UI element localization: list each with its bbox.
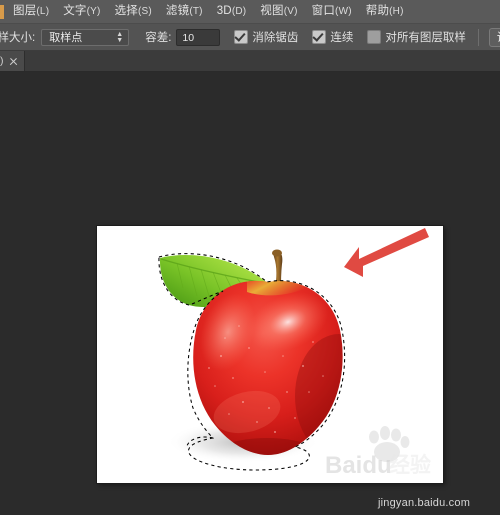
contiguous-checkbox-group[interactable]: 连续	[312, 29, 353, 45]
chevron-updown-icon: ▲ ▼	[116, 30, 124, 44]
menu-view[interactable]: 视图(V)	[253, 0, 304, 24]
menu-help[interactable]: 帮助(H)	[359, 0, 411, 24]
app-logo-icon	[0, 4, 4, 19]
document-tab[interactable]: )	[0, 51, 25, 71]
menu-3d-label: 3D	[216, 5, 232, 17]
tolerance-input[interactable]: 10	[176, 28, 221, 46]
watermark: Baidu 经验	[325, 426, 431, 479]
tool-options-bar: 取样大小: 取样点 ▲▼ 容差: 10 消除锯齿 连续 对所有图层取样 调整边缘	[0, 24, 500, 51]
sample-size-label: 取样大小:	[0, 32, 36, 44]
menu-select[interactable]: 选择(S)	[108, 0, 159, 24]
watermark-brand: Baidu	[325, 452, 392, 479]
menu-type[interactable]: 文字(Y)	[56, 0, 107, 24]
all-layers-checkbox[interactable]	[367, 30, 382, 44]
menu-view-mnemonic: (V)	[283, 6, 298, 17]
watermark-url: jingyan.baidu.com	[378, 497, 471, 509]
menu-help-mnemonic: (H)	[389, 6, 404, 17]
watermark-brand-cn: 经验	[389, 453, 431, 477]
all-layers-checkbox-group[interactable]: 对所有图层取样	[367, 29, 466, 45]
image-canvas[interactable]: Baidu 经验	[97, 226, 443, 483]
menu-window-label: 窗口	[311, 5, 336, 17]
photoshop-window: 图层(L) 文字(Y) 选择(S) 滤镜(T) 3D(D) 视图(V) 窗口(W…	[0, 0, 500, 515]
sample-size-value: 取样点	[49, 31, 83, 44]
menu-filter-label: 滤镜	[165, 5, 190, 17]
menu-type-mnemonic: (Y)	[86, 6, 101, 17]
menu-type-label: 文字	[63, 5, 87, 17]
menu-bar: 图层(L) 文字(Y) 选择(S) 滤镜(T) 3D(D) 视图(V) 窗口(W…	[0, 0, 500, 24]
menu-window[interactable]: 窗口(W)	[305, 0, 359, 24]
menu-layer[interactable]: 图层(L)	[6, 0, 56, 24]
menu-help-label: 帮助	[365, 5, 390, 17]
menu-view-label: 视图	[260, 5, 284, 17]
menu-select-label: 选择	[114, 5, 138, 17]
contiguous-label: 连续	[330, 32, 354, 44]
anti-alias-checkbox[interactable]	[234, 30, 249, 44]
menu-layer-mnemonic: (L)	[36, 6, 50, 17]
menu-window-mnemonic: (W)	[335, 6, 352, 17]
menu-3d[interactable]: 3D(D)	[210, 0, 254, 24]
menu-3d-mnemonic: (D)	[231, 6, 247, 17]
document-tab-label: )	[0, 55, 4, 67]
close-icon[interactable]	[9, 57, 18, 66]
document-tab-bar: )	[0, 51, 500, 72]
contiguous-checkbox[interactable]	[312, 30, 327, 44]
annotation-arrow	[344, 228, 429, 277]
options-divider	[477, 28, 479, 46]
menu-layer-label: 图层	[13, 5, 37, 17]
menu-select-mnemonic: (S)	[137, 6, 152, 17]
anti-alias-label: 消除锯齿	[252, 32, 299, 44]
menu-filter[interactable]: 滤镜(T)	[159, 0, 210, 24]
menu-filter-mnemonic: (T)	[189, 6, 203, 17]
sample-size-select[interactable]: 取样点 ▲ ▼	[41, 28, 130, 46]
all-layers-label: 对所有图层取样	[385, 32, 466, 44]
anti-alias-checkbox-group[interactable]: 消除锯齿	[234, 29, 298, 45]
tolerance-label: 容差:	[145, 32, 172, 44]
apple-image: Baidu 经验	[158, 228, 431, 479]
workspace-area[interactable]: Baidu 经验 jingyan.baidu.com	[0, 72, 500, 515]
refine-edge-button[interactable]: 调整边缘	[488, 27, 500, 47]
